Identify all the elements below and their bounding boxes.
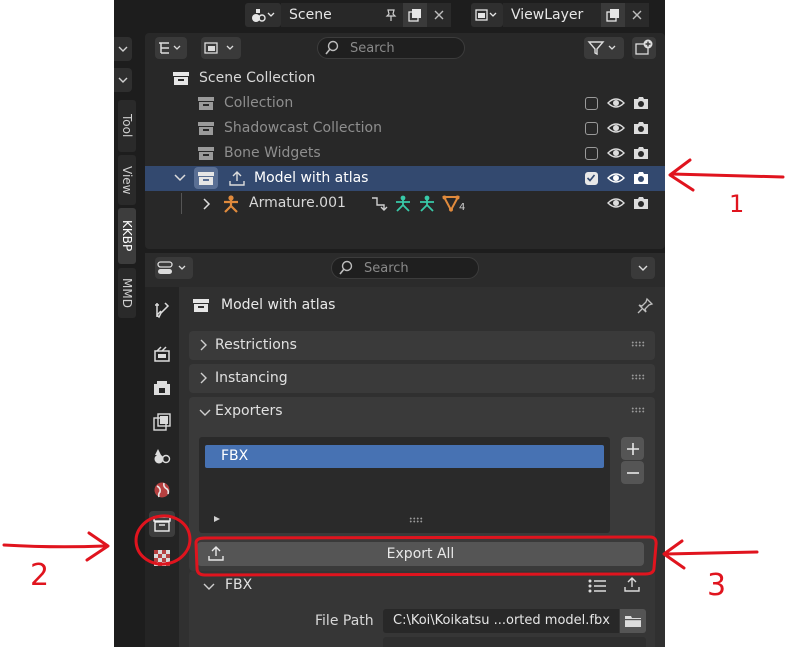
annotation-label-2: 2	[30, 558, 49, 593]
circle-collection-tab	[134, 514, 192, 566]
annotation-layer: 1 2 3	[2, 158, 785, 603]
arrow-3-shaft	[664, 550, 759, 556]
annotation-label-3: 3	[707, 568, 726, 603]
annotation-label-1: 1	[729, 190, 744, 218]
arrow-2-shaft	[2, 543, 106, 549]
box-export-all	[194, 535, 658, 577]
arrow-1-shaft	[670, 172, 785, 179]
